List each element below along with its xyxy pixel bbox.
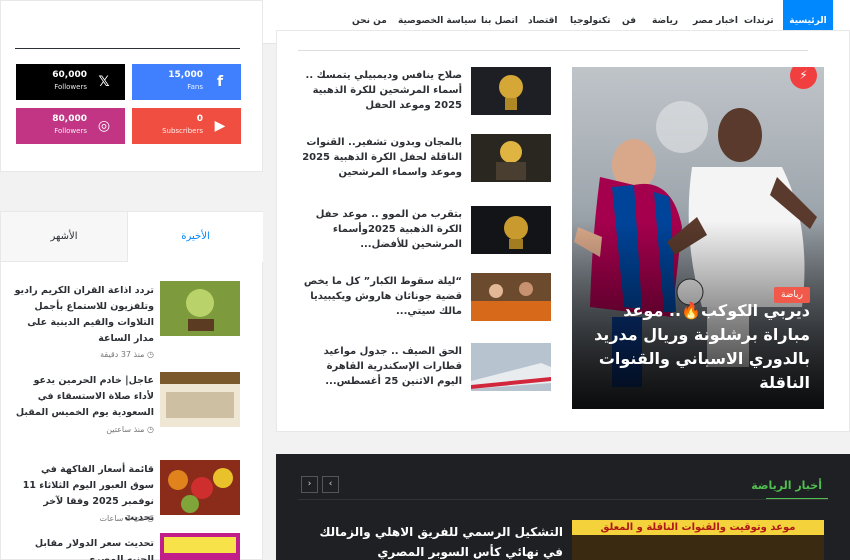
sports-section: أخبار الرياضة ‹ › موعد وتوقيت والقنوات ا… — [276, 454, 850, 560]
next-page-button[interactable]: › — [301, 476, 318, 493]
social-label: Followers — [54, 83, 87, 91]
news-title-3[interactable]: بتقرب من الموو .. موعد حفل الكرة الذهبية… — [302, 207, 462, 252]
social-label: Subscribers — [162, 127, 203, 135]
social-instagram-button[interactable]: ◎ 80,000 Followers — [16, 108, 125, 144]
clock-icon: ◷ — [147, 425, 154, 434]
section-divider — [298, 499, 828, 500]
tab-latest[interactable]: الأخيرة — [128, 212, 263, 262]
x-icon: 𝕏 — [98, 74, 110, 90]
side-news-date-2: ◷ منذ ساعتين — [14, 425, 154, 434]
featured-article-title[interactable]: ديربي الكوكب🔥.. موعد مباراة برشلونة وريا… — [590, 299, 810, 395]
side-thumb-prayer[interactable] — [160, 372, 240, 427]
social-x-button[interactable]: 𝕏 60,000 Followers — [16, 64, 125, 100]
instagram-icon: ◎ — [97, 118, 111, 134]
sports-thumb[interactable]: موعد وتوقيت والقنوات الناقلة و المعلق — [572, 520, 824, 560]
sports-section-title[interactable]: أخبار الرياضة — [751, 479, 822, 492]
social-label: Fans — [187, 83, 203, 91]
social-youtube-button[interactable]: ▶ 0 Subscribers — [132, 108, 241, 144]
panel-divider — [298, 50, 808, 51]
social-label: Followers — [54, 127, 87, 135]
social-count: 80,000 — [52, 114, 87, 124]
side-news-title-1[interactable]: تردد اذاعة القران الكريم راديو وتلفزيون … — [14, 283, 154, 347]
date-text: منذ 3 ساعات — [99, 514, 145, 523]
news-title-1[interactable]: صلاح ينافس وديمبيلي يتمسك .. أسماء المرش… — [302, 68, 462, 113]
prev-page-button[interactable]: ‹ — [322, 476, 339, 493]
social-count: 15,000 — [168, 70, 203, 80]
news-title-5[interactable]: الحق الصيف .. جدول مواعيد قطارات الإسكند… — [302, 344, 462, 389]
date-text: منذ ساعتين — [106, 425, 145, 434]
clock-icon: ◷ — [147, 350, 154, 359]
sports-headline[interactable]: التشكيل الرسمي للفريق الاهلي والزمالك في… — [298, 522, 564, 560]
facebook-icon: f — [216, 74, 224, 90]
side-news-date-3: ◷ منذ 3 ساعات — [14, 514, 154, 523]
tab-popular[interactable]: الأشهر — [1, 212, 128, 262]
news-thumb-golden-ball-2[interactable] — [471, 134, 551, 182]
side-news-title-2[interactable]: عاجل| خادم الحرمين يدعو لأداء صلاة الاست… — [14, 373, 154, 421]
date-text: منذ 37 دقيقة — [100, 350, 145, 359]
news-thumb-golden-ball-1[interactable] — [471, 67, 551, 115]
news-thumb-golden-ball-3[interactable] — [471, 206, 551, 254]
side-news-date-1: ◷ منذ 37 دقيقة — [14, 350, 154, 359]
social-count: 0 — [196, 114, 203, 124]
youtube-icon: ▶ — [214, 118, 226, 134]
news-title-2[interactable]: بالمجان وبدون تشفير.. القنوات الناقلة لح… — [302, 135, 462, 180]
side-news-title-4[interactable]: تحديث سعر الدولار مقابل الجنيه المصري — [14, 536, 154, 560]
news-thumb-train[interactable] — [471, 343, 551, 391]
side-thumb-fruits[interactable] — [160, 460, 240, 515]
news-title-4[interactable]: “ليلة سقوط الكبار” كل ما يخص قضية جوناثا… — [302, 274, 462, 319]
social-facebook-button[interactable]: f 15,000 Fans — [132, 64, 241, 100]
featured-article-image[interactable]: ⚡ رياضة ديربي الكوكب🔥.. موعد مباراة برشل… — [572, 67, 824, 409]
side-thumb-dollar[interactable] — [160, 533, 240, 560]
sports-thumb-caption: موعد وتوقيت والقنوات الناقلة و المعلق — [572, 520, 824, 535]
side-thumb-radio[interactable] — [160, 281, 240, 336]
widget-divider — [15, 48, 240, 49]
news-thumb-court[interactable] — [471, 273, 551, 321]
social-count: 60,000 — [52, 70, 87, 80]
clock-icon: ◷ — [147, 514, 154, 523]
